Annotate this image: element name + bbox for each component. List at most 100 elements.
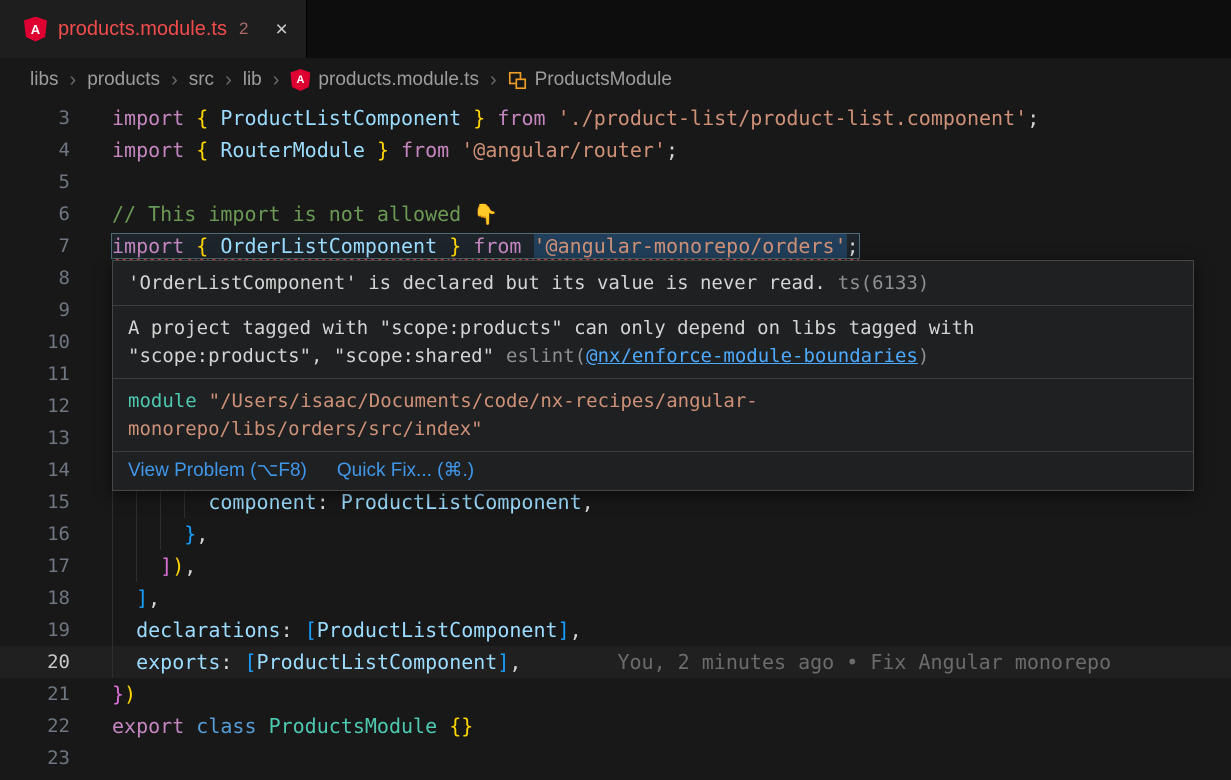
code-token: import bbox=[112, 138, 184, 162]
code-token: ProductListComponent bbox=[317, 618, 558, 642]
code-token: { bbox=[196, 138, 208, 162]
code-line[interactable]: 23 bbox=[0, 742, 1231, 774]
code-token: , bbox=[148, 586, 160, 610]
line-number[interactable]: 4 bbox=[0, 134, 70, 166]
code-line[interactable]: 17 ]), bbox=[0, 550, 1231, 582]
line-content: declarations: [ProductListComponent], bbox=[112, 614, 582, 646]
code-token: [ bbox=[244, 650, 256, 674]
code-token bbox=[112, 650, 136, 674]
code-token: ] bbox=[497, 650, 509, 674]
line-content: // This import is not allowed 👇 bbox=[112, 198, 498, 230]
line-number[interactable]: 8 bbox=[0, 262, 70, 294]
line-number[interactable]: 17 bbox=[0, 550, 70, 582]
code-token bbox=[184, 138, 196, 162]
hover-ts-diagnostic: 'OrderListComponent' is declared but its… bbox=[113, 261, 1193, 306]
code-token: [ bbox=[305, 618, 317, 642]
tab-products-module[interactable]: A products.module.ts 2 × bbox=[0, 0, 307, 58]
line-number[interactable]: 14 bbox=[0, 454, 70, 486]
breadcrumb-item-symbol[interactable]: ProductsModule bbox=[508, 69, 672, 91]
code-token bbox=[184, 106, 196, 130]
code-token: ; bbox=[1027, 106, 1039, 130]
code-token bbox=[365, 138, 377, 162]
module-path-line2: monorepo/libs/orders/src/index" bbox=[128, 418, 483, 440]
code-token bbox=[461, 234, 473, 258]
module-keyword: module bbox=[128, 390, 197, 412]
line-content: exports: [ProductListComponent],You, 2 m… bbox=[112, 646, 1111, 678]
line-number[interactable]: 23 bbox=[0, 742, 70, 774]
breadcrumb: libs›products›src›lib›Aproducts.module.t… bbox=[0, 58, 1231, 102]
view-problem-button[interactable]: View Problem (⌥F8) bbox=[128, 458, 307, 484]
close-tab-button[interactable]: × bbox=[275, 19, 287, 40]
code-token: '@angular/router' bbox=[461, 138, 666, 162]
breadcrumb-separator: › bbox=[70, 69, 77, 92]
breadcrumb-item-products[interactable]: products bbox=[87, 69, 160, 91]
code-line[interactable]: 22 export class ProductsModule {} bbox=[0, 710, 1231, 742]
line-number[interactable]: 13 bbox=[0, 422, 70, 454]
line-number[interactable]: 20 bbox=[0, 646, 70, 678]
line-number[interactable]: 3 bbox=[0, 102, 70, 134]
code-token: './product-list/product-list.component' bbox=[558, 106, 1028, 130]
line-number[interactable]: 18 bbox=[0, 582, 70, 614]
breadcrumb-item-lib[interactable]: lib bbox=[243, 69, 262, 91]
quick-fix-button[interactable]: Quick Fix... (⌘.) bbox=[337, 458, 474, 484]
line-number[interactable]: 16 bbox=[0, 518, 70, 550]
code-token: ] bbox=[136, 586, 148, 610]
ts-message: 'OrderListComponent' is declared but its… bbox=[128, 272, 826, 294]
code-token bbox=[437, 714, 449, 738]
eslint-source-prefix: eslint( bbox=[506, 345, 586, 367]
line-number[interactable]: 12 bbox=[0, 390, 70, 422]
code-token: from bbox=[473, 234, 521, 258]
git-blame-annotation: You, 2 minutes ago • Fix Angular monorep… bbox=[617, 650, 1111, 674]
code-token: ProductListComponent bbox=[341, 490, 582, 514]
class-symbol-icon bbox=[508, 71, 527, 90]
code-token bbox=[521, 234, 533, 258]
line-number[interactable]: 6 bbox=[0, 198, 70, 230]
code-token: exports bbox=[136, 650, 220, 674]
line-number[interactable]: 22 bbox=[0, 710, 70, 742]
module-path-line1: "/Users/isaac/Documents/code/nx-recipes/… bbox=[209, 390, 758, 412]
tokens: export class ProductsModule {} bbox=[112, 714, 473, 738]
line-number[interactable]: 5 bbox=[0, 166, 70, 198]
code-token: ProductListComponent bbox=[220, 106, 461, 130]
line-content: import { ProductListComponent } from './… bbox=[112, 102, 1039, 134]
code-token: from bbox=[401, 138, 449, 162]
indent-guide bbox=[112, 646, 113, 678]
line-number[interactable]: 9 bbox=[0, 294, 70, 326]
code-line[interactable]: 20 exports: [ProductListComponent],You, … bbox=[0, 646, 1231, 678]
code-line[interactable]: 4import { RouterModule } from '@angular/… bbox=[0, 134, 1231, 166]
code-line[interactable]: 21}) bbox=[0, 678, 1231, 710]
tab-title: products.module.ts bbox=[58, 18, 227, 41]
code-line[interactable]: 5 bbox=[0, 166, 1231, 198]
line-number[interactable]: 21 bbox=[0, 678, 70, 710]
breadcrumb-item-file[interactable]: Aproducts.module.ts bbox=[290, 69, 479, 91]
line-number[interactable]: 11 bbox=[0, 358, 70, 390]
code-token: : bbox=[281, 618, 305, 642]
code-token: from bbox=[497, 106, 545, 130]
breadcrumb-item-src[interactable]: src bbox=[189, 69, 214, 91]
code-line[interactable]: 18 ], bbox=[0, 582, 1231, 614]
code-token: ; bbox=[666, 138, 678, 162]
line-number[interactable]: 15 bbox=[0, 486, 70, 518]
line-number[interactable]: 7 bbox=[0, 230, 70, 262]
tab-badge: 2 bbox=[239, 19, 248, 39]
tokens: declarations: [ProductListComponent], bbox=[112, 618, 582, 642]
code-token: } bbox=[184, 522, 196, 546]
code-token bbox=[184, 714, 196, 738]
breadcrumb-item-libs[interactable]: libs bbox=[30, 69, 59, 91]
line-content: export class ProductsModule {} bbox=[112, 710, 473, 742]
code-token: : bbox=[220, 650, 244, 674]
code-line[interactable]: 3 import { ProductListComponent } from '.… bbox=[0, 102, 1231, 134]
code-token bbox=[208, 234, 220, 258]
indent-guide bbox=[160, 518, 161, 550]
hover-module-info: module "/Users/isaac/Documents/code/nx-re… bbox=[113, 379, 1193, 452]
indent-guide bbox=[112, 582, 113, 614]
eslint-rule-link[interactable]: @nx/enforce-module-boundaries bbox=[586, 345, 918, 367]
code-line[interactable]: 16 }, bbox=[0, 518, 1231, 550]
code-line[interactable]: 7import { OrderListComponent } from '@an… bbox=[0, 230, 1231, 262]
line-number[interactable]: 19 bbox=[0, 614, 70, 646]
line-number[interactable]: 10 bbox=[0, 326, 70, 358]
code-token: // This import is not allowed bbox=[112, 202, 473, 226]
code-line[interactable]: 6 // This import is not allowed 👇 bbox=[0, 198, 1231, 230]
code-token bbox=[112, 586, 136, 610]
code-line[interactable]: 19 declarations: [ProductListComponent], bbox=[0, 614, 1231, 646]
